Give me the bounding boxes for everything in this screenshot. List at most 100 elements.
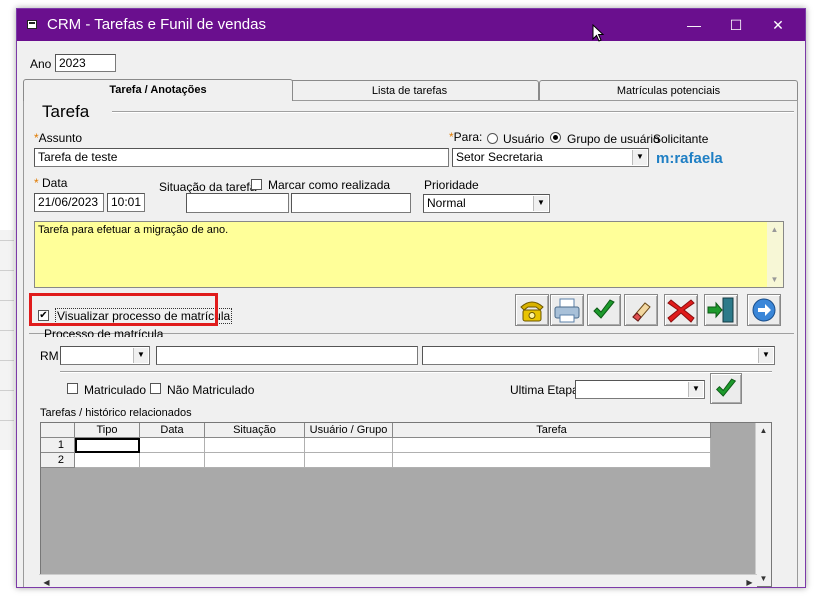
para-label: *Para: [449, 130, 483, 144]
marcar-realizada-label: Marcar como realizada [268, 178, 391, 192]
tab-matriculas-potenciais[interactable]: Matrículas potenciais [539, 80, 798, 100]
background-line [0, 330, 14, 331]
telephone-button[interactable] [515, 294, 549, 326]
situacao-field-1[interactable] [186, 193, 289, 213]
descricao-textarea[interactable]: Tarefa para efetuar a migração de ano. [34, 221, 784, 288]
chevron-down-icon[interactable]: ▼ [632, 150, 647, 165]
related-grid[interactable]: Tipo Data Situação Usuário / Grupo Taref… [40, 422, 772, 587]
chevron-down-icon[interactable]: ▼ [688, 382, 703, 397]
situacao-label: Situação da tarefa [159, 180, 257, 194]
scroll-down-icon[interactable]: ▼ [756, 571, 771, 586]
divider [60, 371, 772, 373]
col-header-tarefa[interactable]: Tarefa [393, 423, 711, 438]
scroll-up-icon[interactable]: ▲ [756, 423, 771, 438]
col-header-situacao[interactable]: Situação [205, 423, 305, 438]
highlight-box [29, 293, 218, 326]
nao-matriculado-checkbox[interactable] [150, 383, 161, 394]
exit-door-icon [707, 297, 734, 323]
radio-usuario-label: Usuário [503, 132, 545, 146]
date-input[interactable]: 21/06/2023 [34, 193, 104, 212]
time-input[interactable]: 10:01 [107, 193, 145, 212]
next-button[interactable] [747, 294, 781, 326]
processo-title: Processo de matrícula [44, 329, 164, 337]
table-cell[interactable] [75, 453, 140, 468]
title-bar: CRM - Tarefas e Funil de vendas — ☐ ✕ [17, 9, 805, 41]
print-button[interactable] [550, 294, 584, 326]
grid-vertical-scrollbar[interactable]: ▲ ▼ [755, 423, 771, 586]
radio-grupo-usuario[interactable] [550, 132, 561, 143]
prioridade-select[interactable]: Normal ▼ [423, 194, 550, 213]
scroll-right-icon[interactable]: ▶ [742, 575, 757, 587]
data-label: * Data [34, 176, 68, 190]
related-title: Tarefas / histórico relacionados [40, 407, 192, 419]
ultima-etapa-label: Ultima Etapa [510, 383, 579, 397]
table-cell[interactable] [393, 453, 711, 468]
table-cell[interactable] [75, 438, 140, 453]
chevron-down-icon[interactable]: ▼ [533, 196, 548, 211]
para-select[interactable]: Setor Secretaria ▼ [452, 148, 649, 167]
rm-select[interactable]: ▼ [60, 346, 150, 365]
tab-tarefa-anotacoes[interactable]: Tarefa / Anotações [23, 79, 293, 101]
background-line [0, 300, 14, 301]
scroll-left-icon[interactable]: ◀ [39, 575, 54, 587]
minimize-button[interactable]: — [679, 14, 709, 36]
telephone-icon [520, 301, 544, 322]
rm-detail-select[interactable]: ▼ [422, 346, 775, 365]
rm-label: RM [40, 349, 59, 363]
app-icon [27, 20, 37, 29]
descricao-scrollbar[interactable]: ▲ ▼ [767, 222, 783, 287]
grid-horizontal-scrollbar[interactable]: ◀ ▶ [39, 574, 757, 587]
section-title: Tarefa [42, 102, 90, 121]
col-header-usuario-grupo[interactable]: Usuário / Grupo [305, 423, 393, 438]
solicitante-name: m:rafaela [656, 150, 723, 167]
marcar-realizada-checkbox[interactable] [251, 179, 262, 190]
table-cell[interactable] [140, 453, 205, 468]
background-line [0, 420, 14, 421]
ano-input[interactable]: 2023 [55, 54, 116, 72]
scroll-down-icon[interactable]: ▼ [767, 272, 782, 287]
window-title: CRM - Tarefas e Funil de vendas [47, 16, 266, 33]
matriculado-checkbox[interactable] [67, 383, 78, 394]
checkmark-icon [593, 299, 615, 319]
assunto-input[interactable]: Tarefa de teste [34, 148, 449, 167]
table-cell[interactable] [205, 453, 305, 468]
close-button[interactable]: ✕ [763, 14, 793, 36]
checkmark-icon [715, 378, 737, 397]
mouse-cursor-icon [592, 24, 605, 42]
row-number: 1 [41, 438, 75, 453]
group-border [112, 111, 794, 113]
delete-button[interactable] [664, 294, 698, 326]
tab-lista-de-tarefas[interactable]: Lista de tarefas [280, 80, 539, 100]
table-cell[interactable] [305, 438, 393, 453]
arrow-right-icon [752, 298, 776, 322]
radio-usuario[interactable] [487, 133, 498, 144]
delete-x-icon [667, 299, 695, 323]
situacao-field-2[interactable] [291, 193, 411, 213]
prioridade-label: Prioridade [424, 178, 479, 192]
scroll-up-icon[interactable]: ▲ [767, 222, 782, 237]
chevron-down-icon[interactable]: ▼ [758, 348, 773, 363]
nao-matriculado-label: Não Matriculado [167, 383, 255, 397]
grid-corner [41, 423, 75, 438]
eraser-icon [632, 302, 651, 322]
matriculado-label: Matriculado [84, 383, 147, 397]
rm-name-field[interactable] [156, 346, 418, 365]
confirm-button[interactable] [587, 294, 621, 326]
edit-button[interactable] [624, 294, 658, 326]
chevron-down-icon[interactable]: ▼ [133, 348, 148, 363]
table-cell[interactable] [205, 438, 305, 453]
table-cell[interactable] [140, 438, 205, 453]
exit-button[interactable] [704, 294, 738, 326]
table-cell[interactable] [305, 453, 393, 468]
table-cell[interactable] [393, 438, 711, 453]
ultima-etapa-select[interactable]: ▼ [575, 380, 705, 399]
maximize-button[interactable]: ☐ [721, 14, 751, 36]
apply-filter-button[interactable] [710, 373, 742, 404]
col-header-data[interactable]: Data [140, 423, 205, 438]
tab-page: Tarefa *Assunto Tarefa de teste *Para: U… [23, 100, 798, 587]
row-number: 2 [41, 453, 75, 468]
crm-window: CRM - Tarefas e Funil de vendas — ☐ ✕ An… [16, 8, 806, 588]
background-line [0, 270, 14, 271]
background-line [0, 240, 14, 241]
col-header-tipo[interactable]: Tipo [75, 423, 140, 438]
